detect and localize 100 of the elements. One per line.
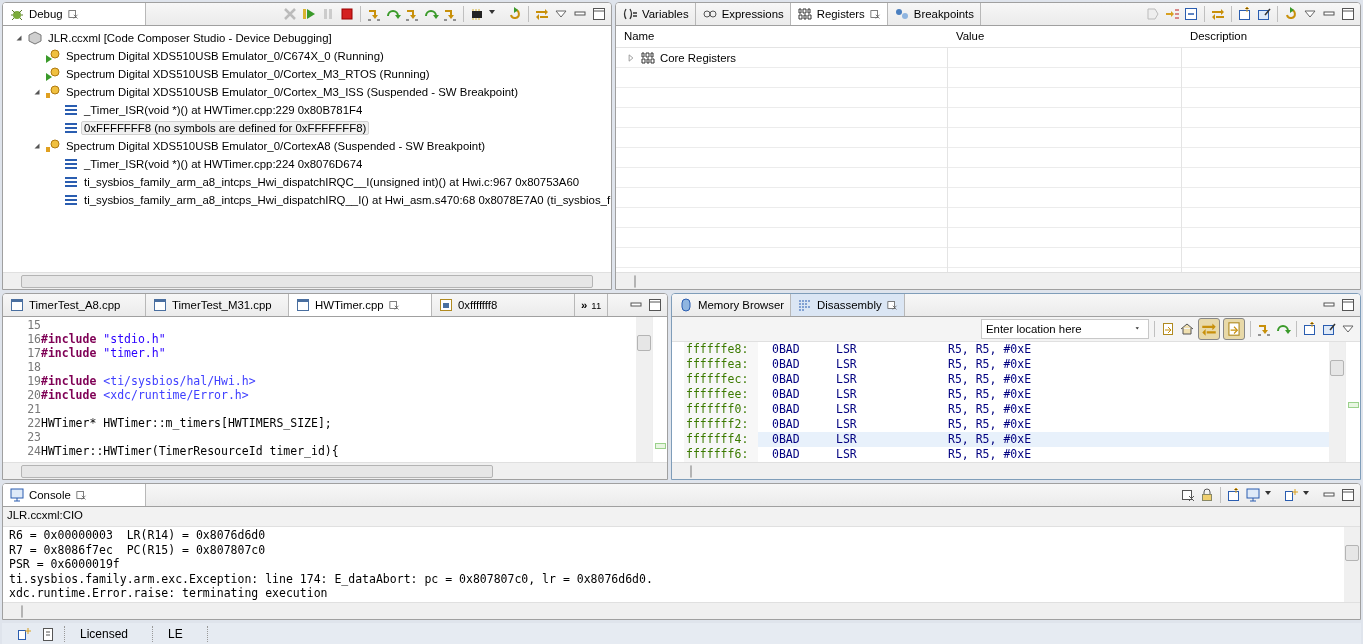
tree-item[interactable]: Spectrum Digital XDS510USB Emulator_0/C674X_0 (Running) xyxy=(63,49,387,63)
scrollbar-thumb[interactable] xyxy=(637,335,651,351)
view-tab[interactable]: Variables xyxy=(616,3,696,25)
tree-item[interactable]: Spectrum Digital XDS510USB Emulator_0/CortexA8 (Suspended - SW Breakpoint) xyxy=(63,139,489,153)
chip-icon[interactable] xyxy=(469,6,485,22)
parentheses-icon xyxy=(622,6,638,22)
column-header[interactable]: Value xyxy=(948,26,1182,47)
dots-icon xyxy=(893,6,910,22)
clear-icon[interactable] xyxy=(1180,487,1196,503)
play-icon[interactable] xyxy=(301,6,317,22)
tree-toggle-icon[interactable] xyxy=(14,33,24,43)
stop-icon[interactable] xyxy=(339,6,355,22)
console-line: R7 = 0x8086f7ec PC(R15) = 0x807807c0 xyxy=(9,542,267,557)
tree-item[interactable]: ti_sysbios_family_arm_a8_intcps_Hwi_dispatchIRQC__I(unsigned int)() at Hwi.c:967 0x80753A60 xyxy=(81,175,583,189)
line-number: 15 xyxy=(26,318,41,332)
window-arrow-icon[interactable] xyxy=(1226,487,1242,503)
scrollbar-thumb[interactable] xyxy=(21,464,493,478)
column-header[interactable]: Description xyxy=(1182,26,1360,47)
close-icon[interactable] xyxy=(66,8,79,20)
tree-item[interactable]: _Timer_ISR(void *)() at HWTimer.cpp:224 0x8076D674 xyxy=(81,157,366,171)
horizontal-scrollbar[interactable] xyxy=(3,272,611,289)
lines-icon xyxy=(63,156,79,172)
tree-item[interactable]: Spectrum Digital XDS510USB Emulator_0/Cortex_M3_ISS (Suspended - SW Breakpoint) xyxy=(63,85,522,99)
clipboard-icon[interactable] xyxy=(40,625,56,642)
disassembly-row[interactable]: fffffff2: 0BAD LSR R5, R5, #0xE xyxy=(684,417,1329,432)
lines-icon xyxy=(63,102,79,118)
maximize-icon[interactable] xyxy=(591,6,607,22)
close-icon[interactable] xyxy=(885,299,898,311)
close-icon[interactable] xyxy=(74,489,87,501)
maximize-icon[interactable] xyxy=(1340,297,1356,313)
view-tab[interactable]: Expressions xyxy=(695,3,791,25)
view-tab[interactable]: Debug xyxy=(3,3,146,25)
tree-toggle-icon[interactable] xyxy=(626,53,636,63)
disassembly-row[interactable]: ffffffea: 0BAD LSR R5, R5, #0xE xyxy=(684,357,1329,372)
pin-window-icon[interactable] xyxy=(1256,6,1272,22)
close-icon[interactable] xyxy=(868,8,881,20)
window-arrow-icon[interactable] xyxy=(1237,6,1253,22)
window-arrow-icon[interactable] xyxy=(1302,321,1318,337)
maximize-icon[interactable] xyxy=(1340,6,1356,22)
swap-arrows-icon[interactable] xyxy=(1198,318,1220,340)
plug-icon[interactable] xyxy=(282,6,298,22)
lock-icon[interactable] xyxy=(1199,487,1215,503)
vertical-scrollbar[interactable] xyxy=(1329,342,1345,462)
status-text: Licensed xyxy=(79,626,130,641)
tree-item[interactable]: ti_sysbios_family_arm_a8_intcps_Hwi_dispatchIRQ__I() at Hwi_asm.s470:68 0x8078E7A0 (ti_sysbios_f xyxy=(81,193,611,207)
vertical-scrollbar[interactable] xyxy=(1344,527,1360,602)
circular-arrow-icon[interactable] xyxy=(1283,6,1299,22)
box-minus-icon[interactable] xyxy=(1183,6,1199,22)
close-icon[interactable] xyxy=(387,299,400,311)
lines-icon xyxy=(63,120,79,136)
register-group[interactable]: Core Registers xyxy=(660,52,736,64)
view-tab[interactable]: Disassembly xyxy=(791,294,905,316)
scrollbar-thumb[interactable] xyxy=(634,274,636,288)
scrollbar-thumb[interactable] xyxy=(1330,360,1344,376)
tree-toggle-icon[interactable] xyxy=(32,141,42,151)
monitor-icon xyxy=(9,487,25,503)
tree-item[interactable]: Spectrum Digital XDS510USB Emulator_0/Cortex_M3_RTOS (Running) xyxy=(63,67,433,81)
plus-window-icon[interactable] xyxy=(1283,487,1299,503)
tree-item[interactable]: 0xFFFFFFF8 (no symbols are defined for 0xFFFFFFF8) xyxy=(81,121,370,135)
line-number: 23 xyxy=(26,430,41,444)
home-icon[interactable] xyxy=(1179,321,1195,337)
horizontal-scrollbar[interactable] xyxy=(3,462,667,479)
tree-item[interactable]: _Timer_ISR(void *)() at HWTimer.cpp:229 0x80B781F4 xyxy=(81,103,366,117)
status-text: LE xyxy=(167,626,184,641)
scrollbar-thumb[interactable] xyxy=(690,464,692,478)
view-tab[interactable]: TimerTest_A8.cpp xyxy=(3,294,146,316)
maximize-icon[interactable] xyxy=(1340,487,1356,503)
line-number: 20 xyxy=(26,388,41,402)
tree-toggle-icon[interactable] xyxy=(32,87,42,97)
maximize-icon[interactable] xyxy=(647,297,663,313)
scrollbar-thumb[interactable] xyxy=(21,274,593,288)
disassembly-row[interactable]: ffffffee: 0BAD LSR R5, R5, #0xE xyxy=(684,387,1329,402)
disassembly-row[interactable]: ffffffe8: 0BAD LSR R5, R5, #0xE xyxy=(684,342,1329,357)
disassembly-row[interactable]: fffffff6: 0BAD LSR R5, R5, #0xE xyxy=(684,447,1329,462)
tree-item[interactable]: JLR.ccxml [Code Composer Studio - Device Debugging] xyxy=(45,31,335,45)
horizontal-scrollbar[interactable] xyxy=(616,272,1360,289)
scrollbar-thumb[interactable] xyxy=(21,604,23,618)
vertical-scrollbar[interactable] xyxy=(636,317,652,462)
swap-arrows-icon[interactable] xyxy=(534,6,550,22)
plus-window-icon[interactable] xyxy=(16,625,32,642)
view-tab[interactable]: Registers xyxy=(790,3,888,25)
view-tab[interactable]: HWTimer.cpp xyxy=(289,294,432,316)
console-line: R6 = 0x00000003 LR(R14) = 0x8076d6d0 xyxy=(9,528,267,543)
swap-arrows-icon[interactable] xyxy=(1210,6,1226,22)
disassembly-row[interactable]: ffffffec: 0BAD LSR R5, R5, #0xE xyxy=(684,372,1329,387)
file-icon xyxy=(9,297,25,313)
location-field[interactable]: Enter location here xyxy=(981,319,1149,339)
view-tab[interactable]: 0xfffffff8 xyxy=(432,294,575,316)
horizontal-scrollbar[interactable] xyxy=(672,462,1360,479)
monitor-icon[interactable] xyxy=(1245,487,1261,503)
document-link-icon[interactable] xyxy=(1223,318,1245,340)
scrollbar-thumb[interactable] xyxy=(1345,545,1359,561)
horizontal-scrollbar[interactable] xyxy=(3,602,1360,619)
lines-icon xyxy=(63,174,79,190)
view-tab[interactable]: Breakpoints xyxy=(887,3,981,25)
view-tab[interactable]: Console xyxy=(3,484,146,506)
disassembly-row[interactable]: fffffff0: 0BAD LSR R5, R5, #0xE xyxy=(684,402,1329,417)
pin-window-icon[interactable] xyxy=(1321,321,1337,337)
column-header[interactable]: Name xyxy=(616,26,948,47)
code-line: #include "stdio.h" xyxy=(41,332,166,346)
